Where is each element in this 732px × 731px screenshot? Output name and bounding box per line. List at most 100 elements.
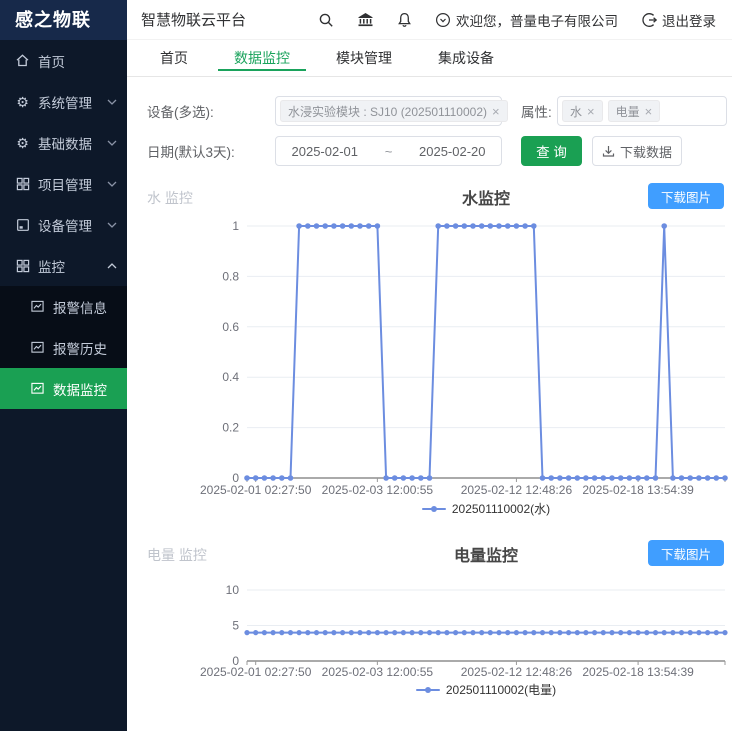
sidebar-item-data-monitor[interactable]: 数据监控 [0, 368, 127, 409]
svg-text:0.8: 0.8 [222, 269, 239, 283]
sidebar-item-label: 基础数据 [38, 133, 92, 153]
chart-icon [30, 340, 45, 355]
power-chart-legend[interactable]: 202501110002(电量) [247, 681, 725, 698]
tab-home[interactable]: 首页 [144, 40, 204, 76]
svg-text:2025-02-03 12:00:55: 2025-02-03 12:00:55 [322, 483, 434, 497]
svg-text:2025-02-01 02:27:50: 2025-02-01 02:27:50 [200, 483, 312, 497]
sidebar-item-device[interactable]: 设备管理 [0, 204, 127, 245]
sidebar-item-label: 监控 [38, 256, 65, 276]
tab-integrated-device[interactable]: 集成设备 [422, 40, 510, 76]
svg-text:2025-02-03 12:00:55: 2025-02-03 12:00:55 [322, 665, 434, 679]
top-header: 智慧物联云平台 欢迎您，普量电子有限公司 [127, 0, 732, 40]
welcome-text: 欢迎您，普量电子有限公司 [456, 10, 618, 30]
svg-text:0.6: 0.6 [222, 320, 239, 334]
svg-text:0.4: 0.4 [222, 370, 239, 384]
frame-icon [15, 217, 30, 232]
legend-line-marker [422, 504, 446, 514]
filter-row-device: 设备(多选): 水浸实验模块 : SJ10 (202501110002) × 属… [127, 96, 732, 126]
attr-tag-power: 电量 × [608, 100, 661, 122]
logout-button[interactable]: 退出登录 [641, 10, 716, 30]
bell-icon[interactable] [397, 12, 412, 28]
tab-module-manage[interactable]: 模块管理 [320, 40, 408, 76]
download-data-button[interactable]: 下载数据 [592, 136, 682, 166]
device-multiselect[interactable]: 水浸实验模块 : SJ10 (202501110002) × [275, 96, 502, 126]
grid-icon [15, 176, 30, 191]
sidebar-item-alarm-history[interactable]: 报警历史 [0, 327, 127, 368]
svg-text:2025-02-12 12:48:26: 2025-02-12 12:48:26 [461, 665, 573, 679]
device-select-label: 设备(多选): [147, 101, 275, 121]
page-title: 智慧物联云平台 [141, 9, 246, 30]
content-area: 设备(多选): 水浸实验模块 : SJ10 (202501110002) × 属… [127, 77, 732, 731]
sidebar-item-alarm-info[interactable]: 报警信息 [0, 286, 127, 327]
svg-text:2025-02-18 13:54:39: 2025-02-18 13:54:39 [582, 665, 694, 679]
query-button[interactable]: 查 询 [521, 136, 582, 166]
date-start-value: 2025-02-01 [276, 144, 374, 159]
svg-text:0.2: 0.2 [222, 421, 239, 435]
home-icon [15, 53, 30, 68]
sidebar-item-label: 系统管理 [38, 92, 92, 112]
user-welcome-menu[interactable]: 欢迎您，普量电子有限公司 [435, 10, 618, 30]
power-chart-header: 电量 监控 电量监控 下载图片 [127, 539, 732, 569]
legend-label: 202501110002(电量) [446, 681, 556, 698]
download-data-label: 下载数据 [620, 142, 672, 161]
sidebar-item-label: 项目管理 [38, 174, 92, 194]
grid-icon [15, 258, 30, 273]
sidebar-item-label: 首页 [38, 51, 65, 71]
download-image-button[interactable]: 下载图片 [648, 540, 724, 566]
download-image-button[interactable]: 下载图片 [648, 183, 724, 209]
device-tag: 水浸实验模块 : SJ10 (202501110002) × [280, 100, 508, 122]
water-chart-canvas: 00.20.40.60.812025-02-01 02:27:502025-02… [127, 216, 729, 500]
water-chart-side-label: 水 监控 [147, 188, 193, 208]
chevron-down-icon [107, 181, 117, 187]
bank-icon[interactable] [357, 11, 374, 28]
sidebar-item-monitor[interactable]: 监控 [0, 245, 127, 286]
filter-row-date: 日期(默认3天): 2025-02-01 ~ 2025-02-20 查 询 下载… [127, 136, 732, 166]
app-root: 感之物联 首页 ⚙ 系统管理 ⚙ 基础数据 项目管理 [0, 0, 732, 731]
water-chart-block: 水 监控 水监控 下载图片 00.20.40.60.812025-02-01 0… [127, 182, 732, 517]
attr-multiselect[interactable]: 水 × 电量 × [557, 96, 727, 126]
sidebar-item-label: 设备管理 [38, 215, 92, 235]
tag-close-icon[interactable]: × [492, 104, 500, 119]
sidebar-submenu-monitor: 报警信息 报警历史 数据监控 [0, 286, 127, 409]
sidebar-item-label: 报警信息 [53, 297, 107, 317]
power-chart-side-label: 电量 监控 [147, 545, 207, 565]
svg-text:2025-02-18 13:54:39: 2025-02-18 13:54:39 [582, 483, 694, 497]
brand-logo: 感之物联 [0, 0, 127, 40]
sidebar: 感之物联 首页 ⚙ 系统管理 ⚙ 基础数据 项目管理 [0, 0, 127, 731]
chevron-down-icon [107, 99, 117, 105]
download-icon [602, 145, 615, 158]
tag-close-icon[interactable]: × [645, 104, 653, 119]
legend-line-marker [416, 685, 440, 695]
power-chart-block: 电量 监控 电量监控 下载图片 05102025-02-01 02:27:502… [127, 539, 732, 698]
logout-icon [641, 12, 657, 28]
gear-icon: ⚙ [15, 135, 30, 150]
chart-icon [30, 381, 45, 396]
water-chart-header: 水 监控 水监控 下载图片 [127, 182, 732, 212]
sidebar-item-label: 数据监控 [53, 379, 107, 399]
svg-text:10: 10 [226, 583, 240, 597]
gear-icon: ⚙ [15, 94, 30, 109]
date-separator: ~ [374, 144, 404, 159]
tag-close-icon[interactable]: × [587, 104, 595, 119]
date-end-value: 2025-02-20 [404, 144, 502, 159]
sidebar-item-label: 报警历史 [53, 338, 107, 358]
attr-select-label: 属性: [521, 101, 557, 121]
circle-chevron-down-icon [435, 12, 451, 28]
chevron-up-icon [107, 263, 117, 269]
search-icon[interactable] [318, 12, 334, 28]
svg-text:1: 1 [232, 219, 239, 233]
legend-label: 202501110002(水) [452, 500, 550, 517]
attr-tag-water: 水 × [562, 100, 603, 122]
tab-data-monitor[interactable]: 数据监控 [218, 40, 306, 76]
tab-bar: 首页 数据监控 模块管理 集成设备 [127, 40, 732, 77]
main-area: 智慧物联云平台 欢迎您，普量电子有限公司 [127, 0, 732, 731]
svg-text:2025-02-01 02:27:50: 2025-02-01 02:27:50 [200, 665, 312, 679]
sidebar-item-project[interactable]: 项目管理 [0, 163, 127, 204]
date-range-input[interactable]: 2025-02-01 ~ 2025-02-20 [275, 136, 502, 166]
sidebar-item-system[interactable]: ⚙ 系统管理 [0, 81, 127, 122]
sidebar-item-basedata[interactable]: ⚙ 基础数据 [0, 122, 127, 163]
svg-text:2025-02-12 12:48:26: 2025-02-12 12:48:26 [461, 483, 573, 497]
sidebar-item-home[interactable]: 首页 [0, 40, 127, 81]
water-chart-legend[interactable]: 202501110002(水) [247, 500, 725, 517]
chevron-down-icon [107, 140, 117, 146]
